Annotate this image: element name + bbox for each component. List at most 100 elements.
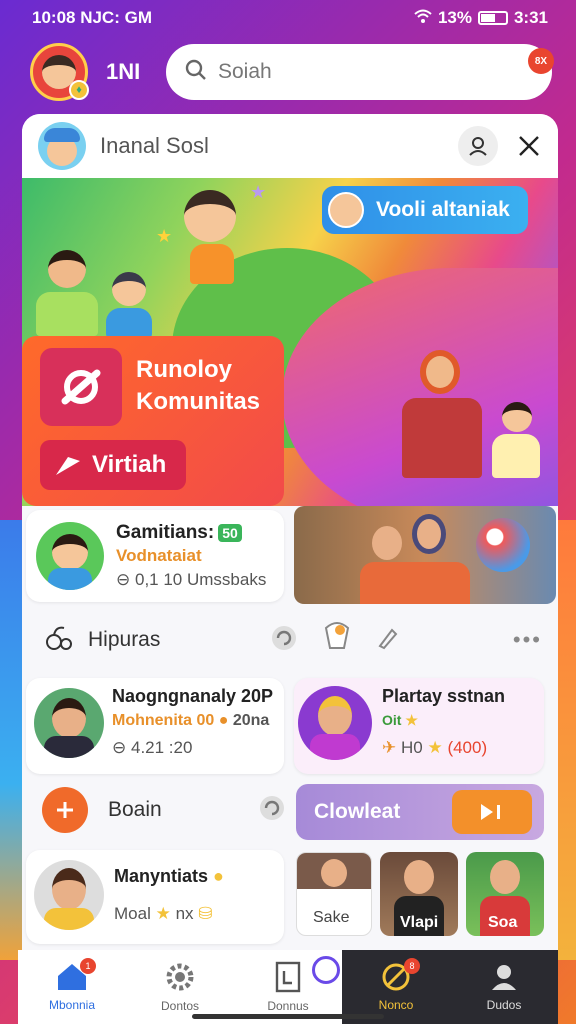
- illustration-kid-body: [106, 308, 152, 338]
- lightbulb-icon[interactable]: [320, 620, 354, 661]
- home-indicator[interactable]: [192, 1014, 384, 1019]
- hero-card-title-line1: Runoloy: [136, 356, 232, 383]
- library-photo[interactable]: [294, 506, 556, 604]
- section-row-2: Boain: [22, 782, 292, 838]
- hero-pill-label: Vooli altaniak: [376, 198, 510, 221]
- assistant-icon[interactable]: [312, 956, 340, 984]
- illustration-boy2-body: [492, 434, 540, 478]
- nav-item-settings[interactable]: Dontos: [126, 950, 234, 1024]
- card1-chip: 50: [218, 524, 242, 542]
- card4-title: Manyntiats: [114, 866, 209, 886]
- hero-community-card[interactable]: Runoloy Komunitas Virtiah: [22, 336, 284, 506]
- card3-meta: H0: [400, 738, 423, 757]
- illustration-kid-body: [36, 292, 98, 336]
- notification-badge[interactable]: 8X: [528, 48, 554, 74]
- illustration-kid-head: [112, 272, 146, 306]
- send-icon: [56, 457, 80, 475]
- member-card-2[interactable]: Naogngnanaly 20P Mohnenita 00 ● 20na ⊖ 4…: [26, 678, 284, 774]
- sheet-avatar[interactable]: [38, 122, 86, 170]
- status-right-text: 3:31: [513, 8, 548, 27]
- nav-item-documents[interactable]: Donnus: [234, 950, 342, 1024]
- search-bar[interactable]: 8X: [166, 44, 554, 100]
- nav-blocked-badge: 8: [404, 958, 420, 974]
- card4-meta-row: Moal ★ nx ⛁: [114, 904, 213, 924]
- card4-meta: Moal: [114, 904, 151, 923]
- card2-title: Naogngnanaly 20P: [112, 686, 274, 706]
- illustration-kid-head: [48, 250, 86, 288]
- hero-action-label: Virtiah: [92, 451, 167, 478]
- hero-card-title: Runoloy Komunitas: [136, 354, 260, 418]
- illustration-woman-head: [420, 350, 460, 394]
- section2-label: Boain: [108, 798, 162, 821]
- star-icon: ★: [155, 904, 171, 923]
- star-icon: ★: [405, 712, 418, 728]
- nav-profile-label: Dudos: [486, 998, 522, 1012]
- user-avatar[interactable]: ♦: [30, 43, 89, 101]
- coin-icon: ●: [218, 712, 229, 729]
- card1-meta-row: ⊖ 0,1 10 Umssbaks: [116, 570, 266, 590]
- member-card-3[interactable]: Plartay sstnan Oit ★ ✈ H0 ★ (400): [294, 678, 544, 774]
- clock-icon: ⊖: [116, 570, 131, 589]
- section2-pill[interactable]: Clowleat: [296, 784, 544, 840]
- illustration-boy-head: [184, 190, 236, 242]
- section2-pill-label: Clowleat: [314, 800, 401, 823]
- profile-icon: [492, 965, 516, 990]
- star-icon: ★: [427, 738, 443, 757]
- card2-subtitle-extra: 20na: [232, 712, 270, 729]
- wifi-icon: [414, 8, 432, 28]
- photo-card-2-label: Vlapi: [400, 914, 439, 931]
- pencil-icon[interactable]: [374, 624, 402, 657]
- plus-icon[interactable]: [42, 787, 88, 833]
- section-row-1: Hipuras •••: [22, 612, 558, 668]
- card4-meta-extra: nx: [175, 904, 194, 923]
- star-icon: ★: [156, 226, 173, 246]
- card3-title: Plartay sstnan: [382, 686, 506, 706]
- hero-banner[interactable]: ★ ★ ★ Vooli altaniak Runoloy Komunitas: [22, 178, 558, 506]
- status-icons: 13% 3:31: [414, 8, 548, 28]
- illustration-boy2-head: [502, 402, 532, 432]
- cup-icon: ⛁: [198, 904, 213, 923]
- photo-card-3[interactable]: Soa: [466, 852, 544, 936]
- nav-item-home[interactable]: 1 Mbonnia: [18, 950, 126, 1024]
- gear-icon: [166, 963, 194, 991]
- member-card-4[interactable]: Manyntiats ● Moal ★ nx ⛁: [26, 850, 284, 944]
- top-label: 1NI: [106, 59, 141, 84]
- photo-card-2[interactable]: Vlapi: [380, 852, 458, 936]
- card2-subtitle: Mohnenita 00: [112, 712, 215, 729]
- battery-icon: [477, 11, 508, 25]
- section1-label: Hipuras: [88, 628, 161, 651]
- photo-card-1-label: Sake: [313, 909, 350, 926]
- card1-title-row: Gamitians: 50: [116, 522, 242, 544]
- nav-item-blocked[interactable]: 8 Nonco: [342, 950, 450, 1024]
- card1-meta: 0,1 10 Umssbaks: [134, 570, 267, 589]
- profile-icon-button[interactable]: [458, 126, 498, 166]
- community-logo-icon: [40, 348, 122, 426]
- nav-documents-label: Donnus: [267, 999, 309, 1013]
- card3-meta-left: Oit: [382, 712, 402, 728]
- card3-meta-count: (400): [447, 738, 488, 757]
- play-icon[interactable]: [452, 790, 532, 834]
- nav-settings-label: Dontos: [160, 999, 200, 1013]
- photo-card-1[interactable]: Sake: [296, 852, 372, 936]
- ball-icon: [476, 518, 530, 572]
- sheet-header: Inanal Sosl: [22, 114, 558, 178]
- clock-icon: ⊖: [112, 738, 127, 757]
- community-card-1[interactable]: Gamitians: 50 Vodnataiat ⊖ 0,1 10 Umssbak…: [26, 510, 284, 602]
- more-icon[interactable]: •••: [513, 627, 542, 653]
- card1-title: Gamitians:: [116, 522, 215, 543]
- star-icon: ★: [250, 182, 267, 202]
- nav-blocked-label: Nonco: [378, 998, 414, 1012]
- search-input[interactable]: [218, 60, 518, 84]
- hero-pill-button[interactable]: Vooli altaniak: [322, 186, 528, 234]
- refresh-icon[interactable]: [270, 624, 298, 657]
- close-icon[interactable]: [514, 131, 544, 161]
- nav-home-badge: 1: [80, 958, 96, 974]
- refresh-icon[interactable]: [258, 794, 286, 827]
- hero-action-button[interactable]: Virtiah: [40, 440, 187, 490]
- nav-item-profile[interactable]: Dudos: [450, 950, 558, 1024]
- coin-icon: ●: [213, 866, 224, 886]
- card3-avatar: [298, 686, 372, 760]
- bottom-nav: 1 Mbonnia Dontos Donnus 8 Nonco Dudos: [18, 950, 558, 1024]
- card3-meta-left-row: Oit ★: [382, 712, 418, 729]
- card4-title-row: Manyntiats ●: [114, 866, 224, 887]
